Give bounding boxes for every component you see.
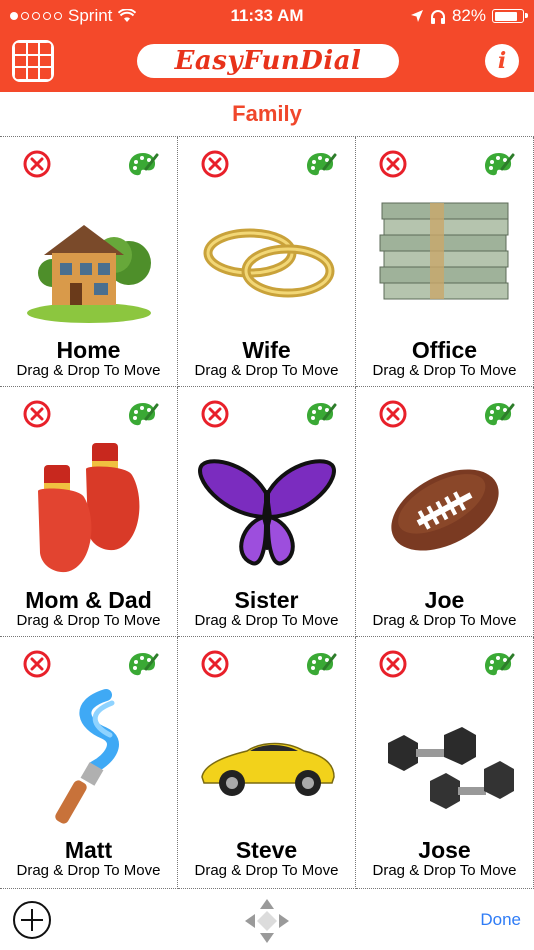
contact-grid: Home Drag & Drop To Move Wife Drag & Dro… bbox=[0, 136, 534, 889]
contact-tile[interactable]: Jose Drag & Drop To Move bbox=[356, 637, 534, 889]
delete-icon[interactable] bbox=[23, 150, 51, 178]
status-bar: Sprint 11:33 AM 82% bbox=[0, 0, 534, 32]
nav-bar: EasyFunDial i bbox=[0, 32, 534, 92]
contact-name: Steve bbox=[235, 837, 298, 863]
drag-hint: Drag & Drop To Move bbox=[16, 612, 161, 629]
delete-icon[interactable] bbox=[23, 400, 51, 428]
palette-icon[interactable] bbox=[127, 149, 159, 179]
contact-tile[interactable]: Joe Drag & Drop To Move bbox=[356, 387, 534, 637]
contact-name: Wife bbox=[242, 337, 291, 363]
location-arrow-icon bbox=[410, 10, 423, 22]
delete-icon[interactable] bbox=[379, 150, 407, 178]
contact-name: Matt bbox=[64, 837, 113, 863]
contact-tile[interactable]: Office Drag & Drop To Move bbox=[356, 137, 534, 387]
palette-icon[interactable] bbox=[483, 649, 515, 679]
dumbbells-icon bbox=[388, 727, 514, 809]
palette-icon[interactable] bbox=[305, 399, 337, 429]
football-icon bbox=[391, 469, 499, 551]
page-title: Family bbox=[232, 101, 302, 126]
contact-name: Office bbox=[411, 337, 478, 363]
contact-tile[interactable]: Matt Drag & Drop To Move bbox=[0, 637, 178, 889]
battery-icon bbox=[492, 9, 528, 23]
delete-icon[interactable] bbox=[201, 650, 229, 678]
contact-tile[interactable]: Mom & Dad Drag & Drop To Move bbox=[0, 387, 178, 637]
delete-icon[interactable] bbox=[23, 650, 51, 678]
battery-percent: 82% bbox=[451, 6, 486, 25]
house-icon bbox=[27, 225, 151, 323]
drag-hint: Drag & Drop To Move bbox=[194, 362, 339, 379]
palette-icon[interactable] bbox=[127, 399, 159, 429]
drag-hint: Drag & Drop To Move bbox=[194, 612, 339, 629]
paintbrush-icon bbox=[55, 689, 119, 824]
app-logo: EasyFunDial bbox=[137, 44, 399, 78]
delete-icon[interactable] bbox=[201, 150, 229, 178]
palette-icon[interactable] bbox=[305, 649, 337, 679]
contact-tile[interactable]: Wife Drag & Drop To Move bbox=[178, 137, 356, 387]
bottom-toolbar: Done bbox=[0, 889, 534, 950]
contact-name: Home bbox=[56, 337, 121, 363]
boxing-gloves-icon bbox=[38, 443, 140, 573]
drag-hint: Drag & Drop To Move bbox=[16, 362, 161, 379]
drag-hint: Drag & Drop To Move bbox=[372, 612, 517, 629]
headphones-icon bbox=[430, 9, 445, 24]
drag-hint: Drag & Drop To Move bbox=[194, 862, 339, 879]
delete-icon[interactable] bbox=[379, 400, 407, 428]
palette-icon[interactable] bbox=[483, 149, 515, 179]
contact-name: Jose bbox=[418, 837, 471, 863]
contact-tile[interactable]: Sister Drag & Drop To Move bbox=[178, 387, 356, 637]
delete-icon[interactable] bbox=[379, 650, 407, 678]
palette-icon[interactable] bbox=[305, 149, 337, 179]
battery-level-fill bbox=[494, 11, 517, 21]
info-button[interactable]: i bbox=[485, 44, 519, 78]
app-title: EasyFunDial bbox=[174, 46, 362, 76]
money-stack-icon bbox=[379, 202, 509, 300]
drag-hint: Drag & Drop To Move bbox=[372, 362, 517, 379]
contact-name: Mom & Dad bbox=[25, 587, 152, 613]
move-arrows-icon[interactable] bbox=[243, 897, 291, 945]
done-button[interactable]: Done bbox=[480, 910, 521, 930]
rings-icon bbox=[203, 228, 335, 298]
contact-tile[interactable]: Steve Drag & Drop To Move bbox=[178, 637, 356, 889]
butterfly-icon bbox=[198, 459, 336, 566]
drag-hint: Drag & Drop To Move bbox=[16, 862, 161, 879]
delete-icon[interactable] bbox=[201, 400, 229, 428]
drag-hint: Drag & Drop To Move bbox=[372, 862, 517, 879]
palette-icon[interactable] bbox=[483, 399, 515, 429]
add-icon[interactable] bbox=[12, 900, 52, 940]
grid-menu-button[interactable] bbox=[12, 40, 54, 82]
contact-tile[interactable]: Home Drag & Drop To Move bbox=[0, 137, 178, 387]
contact-name: Joe bbox=[424, 587, 465, 613]
palette-icon[interactable] bbox=[127, 649, 159, 679]
sports-car-icon bbox=[201, 742, 335, 796]
contact-name: Sister bbox=[234, 587, 299, 613]
